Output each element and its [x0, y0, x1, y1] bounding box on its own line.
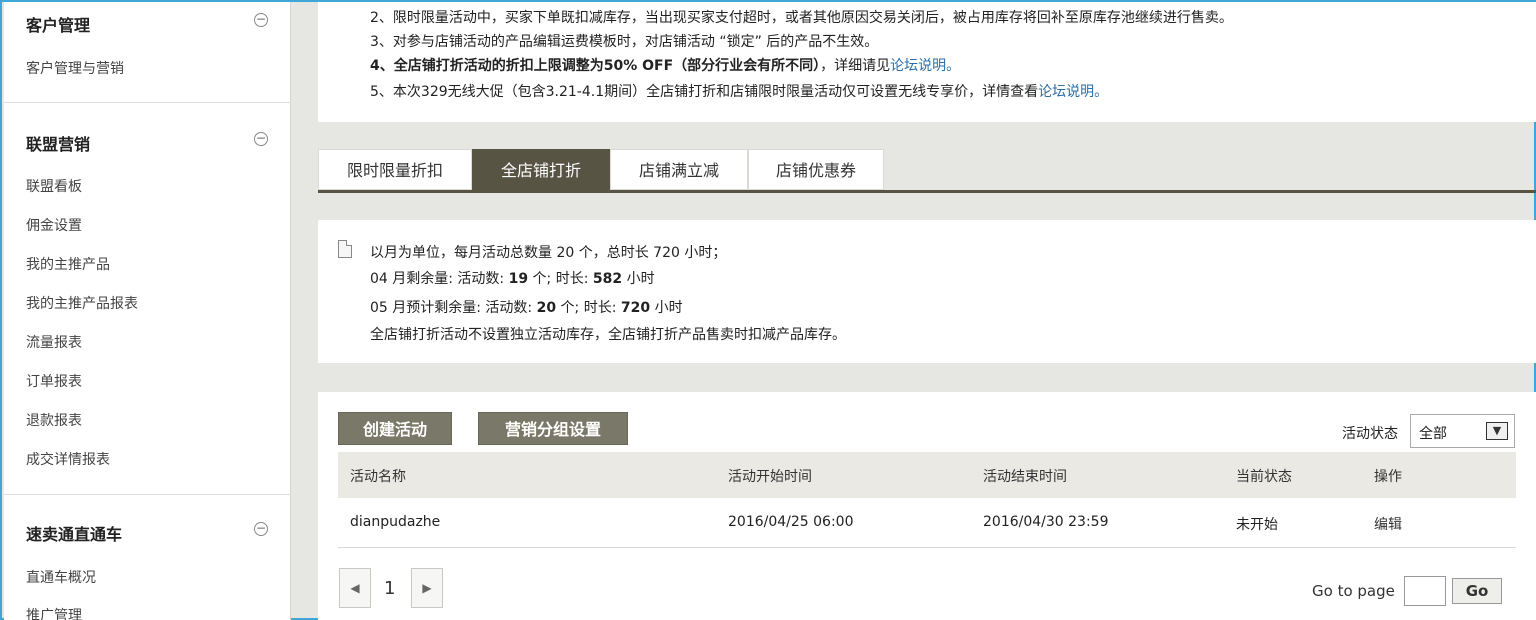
quota-label: 小时 [650, 300, 683, 316]
activity-panel: 创建活动 营销分组设置 活动状态 全部 ▼ 活动名称 活动开始时间 活动结束时间… [318, 392, 1536, 620]
quota-hours: 720 [620, 300, 651, 316]
status-filter-label: 活动状态 [1342, 426, 1398, 442]
tab-full-reduction[interactable]: 店铺满立减 [610, 149, 748, 190]
notice-line: 5、本次329无线大促（包含3.21-4.1期间）全店铺打折和店铺限时限量活动仅… [370, 81, 1108, 101]
quota-label: 04 月剩余量: 活动数: [370, 271, 509, 287]
quota-note: 全店铺打折活动不设置独立活动库存，全店铺打折产品售卖时扣减产品库存。 [370, 327, 846, 343]
collapse-icon[interactable]: − [254, 13, 268, 27]
tab-store-discount[interactable]: 全店铺打折 [472, 149, 610, 190]
forum-link[interactable]: 论坛说明。 [1038, 84, 1108, 100]
quota-count: 19 [508, 271, 529, 287]
sidebar-item-traffic-report[interactable]: 流量报表 [26, 332, 82, 352]
activity-end-time: 2016/04/30 23:59 [983, 514, 1109, 530]
notice-bold-text: 4、全店铺打折活动的折扣上限调整为50% OFF（部分行业会有所不同） [370, 58, 821, 74]
sidebar-item-commission[interactable]: 佣金设置 [26, 215, 82, 235]
quota-count: 20 [536, 300, 557, 316]
quota-label: 05 月预计剩余量: 活动数: [370, 300, 537, 316]
sidebar-item-customer-marketing[interactable]: 客户管理与营销 [26, 58, 124, 78]
sidebar-divider [4, 494, 291, 495]
column-header: 活动结束时间 [983, 469, 1067, 485]
tab-coupon[interactable]: 店铺优惠券 [748, 149, 884, 190]
collapse-icon[interactable]: − [254, 132, 268, 146]
quota-line: 以月为单位，每月活动总数量 20 个，总时长 720 小时； [370, 245, 727, 261]
tab-limited-discount[interactable]: 限时限量折扣 [318, 149, 472, 190]
prev-page-icon[interactable]: ◀ [339, 568, 371, 608]
quota-may: 05 月预计剩余量: 活动数: 20 个; 时长: 720 小时 [370, 297, 683, 317]
sidebar-item-order-report[interactable]: 订单报表 [26, 371, 82, 391]
notice-text: ，详细请见 [820, 58, 891, 74]
sidebar-item-ads-overview[interactable]: 直通车概况 [26, 567, 96, 587]
sidebar-section-title[interactable]: 联盟营销 [26, 131, 90, 155]
sidebar-section-title[interactable]: 客户管理 [26, 12, 90, 36]
notice-line-bold: 4、全店铺打折活动的折扣上限调整为50% OFF（部分行业会有所不同），详细请见… [370, 55, 960, 75]
sidebar-item-promotion-manage[interactable]: 推广管理 [26, 605, 82, 620]
table-row: dianpudazhe 2016/04/25 06:00 2016/04/30 … [338, 498, 1516, 548]
current-page[interactable]: 1 [384, 578, 395, 599]
sidebar-item-main-products[interactable]: 我的主推产品 [26, 254, 110, 274]
notice-line: 3、对参与店铺活动的产品编辑运费模板时，对店铺活动 “锁定” 后的产品不生效。 [370, 34, 879, 50]
quota-april: 04 月剩余量: 活动数: 19 个; 时长: 582 小时 [370, 268, 655, 288]
collapse-icon[interactable]: − [254, 522, 268, 536]
goto-page-label: Go to page [1312, 582, 1395, 600]
status-filter-select[interactable]: 全部 ▼ [1410, 414, 1515, 448]
promotion-tabs: 限时限量折扣 全店铺打折 店铺满立减 店铺优惠券 [318, 149, 1536, 193]
sidebar-item-main-products-report[interactable]: 我的主推产品报表 [26, 293, 138, 313]
quota-hours: 582 [592, 271, 623, 287]
status-filter-value: 全部 [1419, 426, 1447, 442]
activity-name: dianpudazhe [350, 514, 441, 530]
group-settings-button[interactable]: 营销分组设置 [478, 412, 628, 445]
main-content: 2、限时限量活动中，买家下单既扣减库存，当出现买家支付超时，或者其他原因交易关闭… [292, 2, 1536, 620]
document-icon [338, 240, 352, 258]
column-header: 活动开始时间 [728, 469, 812, 485]
quota-label: 小时 [622, 271, 655, 287]
sidebar-item-affiliate-board[interactable]: 联盟看板 [26, 176, 82, 196]
goto-page-input[interactable] [1404, 576, 1446, 606]
quota-label: 个; 时长: [556, 300, 621, 316]
column-header: 操作 [1374, 469, 1402, 485]
sidebar: 客户管理 − 客户管理与营销 联盟营销 − 联盟看板 佣金设置 我的主推产品 我… [4, 2, 291, 620]
edit-link[interactable]: 编辑 [1374, 514, 1402, 534]
activity-status: 未开始 [1236, 517, 1278, 533]
go-button[interactable]: Go [1452, 578, 1502, 604]
sidebar-item-transaction-report[interactable]: 成交详情报表 [26, 449, 110, 469]
quota-info-panel: 以月为单位，每月活动总数量 20 个，总时长 720 小时； 04 月剩余量: … [318, 220, 1536, 363]
sidebar-item-refund-report[interactable]: 退款报表 [26, 410, 82, 430]
notice-line: 2、限时限量活动中，买家下单既扣减库存，当出现买家支付超时，或者其他原因交易关闭… [370, 10, 1233, 26]
forum-link[interactable]: 论坛说明。 [890, 58, 960, 74]
notice-panel: 2、限时限量活动中，买家下单既扣减库存，当出现买家支付超时，或者其他原因交易关闭… [318, 2, 1536, 122]
column-header: 当前状态 [1236, 469, 1292, 485]
sidebar-section-title[interactable]: 速卖通直通车 [26, 521, 122, 545]
next-page-icon[interactable]: ▶ [411, 568, 443, 608]
chevron-down-icon[interactable]: ▼ [1486, 422, 1508, 440]
create-activity-button[interactable]: 创建活动 [338, 412, 452, 445]
quota-label: 个; 时长: [528, 271, 593, 287]
notice-text: 5、本次329无线大促（包含3.21-4.1期间）全店铺打折和店铺限时限量活动仅… [370, 84, 1039, 100]
column-header: 活动名称 [350, 469, 406, 485]
sidebar-divider [4, 102, 291, 103]
table-header: 活动名称 活动开始时间 活动结束时间 当前状态 操作 [338, 452, 1516, 498]
activity-start-time: 2016/04/25 06:00 [728, 514, 854, 530]
